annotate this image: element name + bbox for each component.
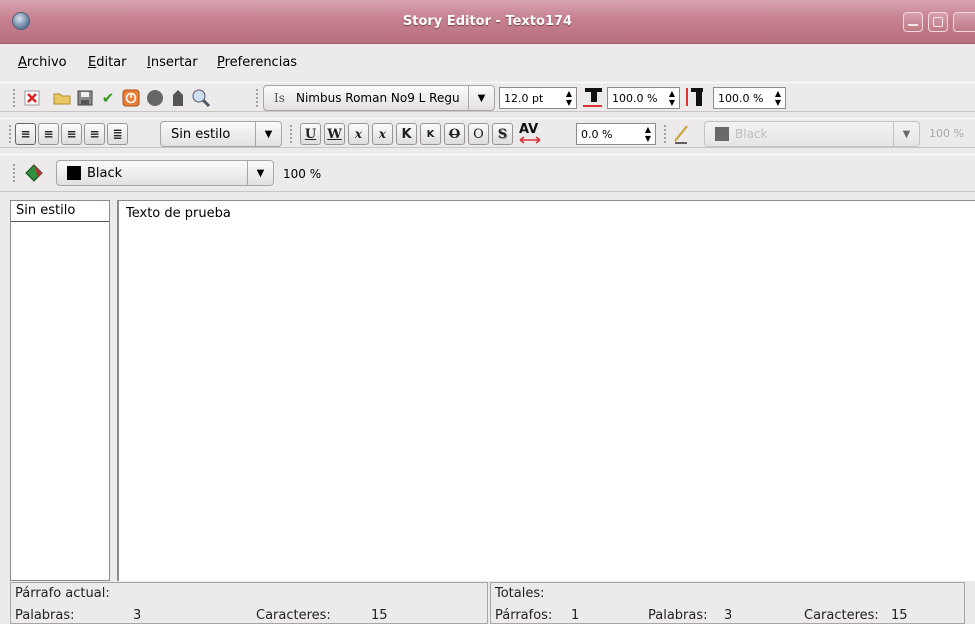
underline-words-button[interactable]: W: [324, 123, 345, 145]
chars-label: Caracteres:: [256, 608, 331, 623]
stroke-color-value: Black: [735, 127, 768, 141]
align-center-button[interactable]: ≡: [38, 123, 59, 145]
chevron-down-icon[interactable]: ▼: [247, 161, 273, 185]
paragraph-style-combo[interactable]: Sin estilo ▼: [160, 121, 282, 147]
align-right-button[interactable]: ≡: [61, 123, 82, 145]
chars-value: 15: [891, 608, 908, 623]
toolbar-grip[interactable]: [8, 124, 12, 144]
maximize-button[interactable]: [928, 12, 948, 32]
font-height-icon: [683, 87, 703, 107]
font-size-spinbox[interactable]: 12.0 pt ▲ ▼: [499, 87, 577, 109]
align-block-button[interactable]: ≡: [84, 123, 105, 145]
spinner-icon[interactable]: ▲ ▼: [772, 89, 784, 107]
words-label: Palabras:: [648, 608, 708, 623]
svg-text:AV: AV: [519, 122, 538, 137]
save-icon[interactable]: [75, 88, 95, 108]
menu-preferencias[interactable]: Preferencias: [217, 55, 297, 70]
menu-editar[interactable]: Editar: [88, 55, 127, 70]
paragraphs-value: 1: [571, 608, 580, 623]
current-paragraph-stats: Párrafo actual: Palabras: 3 Caracteres: …: [10, 582, 488, 624]
align-left-button[interactable]: ≡: [15, 123, 36, 145]
totals-stats: Totales: Párrafos: 1 Palabras: 3 Caracte…: [490, 582, 965, 624]
pen-icon: [672, 124, 692, 144]
current-paragraph-title: Párrafo actual:: [15, 586, 110, 601]
strikethrough-button[interactable]: O: [444, 123, 465, 145]
tracking-spinbox[interactable]: 0.0 % ▲ ▼: [576, 123, 656, 145]
toolbar-grip[interactable]: [663, 124, 667, 144]
spinner-icon[interactable]: ▲ ▼: [666, 89, 678, 107]
paragraphs-label: Párrafos:: [495, 608, 553, 623]
fill-color-value: Black: [87, 166, 123, 181]
spinner-icon[interactable]: ▲ ▼: [642, 125, 654, 143]
chars-label: Caracteres:: [804, 608, 879, 623]
words-value: 3: [133, 608, 142, 623]
window-title: Story Editor - Texto174: [402, 14, 573, 29]
toolbar-grip[interactable]: [289, 124, 293, 144]
fill-color-combo[interactable]: Black ▼: [56, 160, 274, 186]
scale-height-spinbox[interactable]: 100.0 % ▲ ▼: [713, 87, 786, 109]
words-value: 3: [724, 608, 733, 623]
toolbar-format: ≡ ≡ ≡ ≡ ≣ Sin estilo ▼ U W x x K K O O S…: [0, 118, 975, 148]
editor-text[interactable]: Texto de prueba: [126, 206, 231, 221]
toolbar-file: ✔ Ⅰs Nimbus Roman No9 L Regu ▼ 12.0 pt ▲…: [0, 82, 975, 112]
chevron-down-icon[interactable]: ▼: [893, 122, 919, 146]
words-label: Palabras:: [15, 608, 75, 623]
font-width-icon: [582, 87, 602, 107]
toolbar-grip[interactable]: [12, 163, 16, 183]
font-family-value: Nimbus Roman No9 L Regu: [296, 91, 460, 105]
menu-archivo[interactable]: Archivo: [18, 55, 67, 70]
tracking-value: 0.0 %: [581, 128, 613, 141]
text-editor[interactable]: Texto de prueba: [117, 200, 975, 581]
underline-button[interactable]: U: [300, 123, 321, 145]
color-swatch: [67, 166, 81, 180]
font-size-value: 12.0 pt: [504, 92, 544, 105]
minimize-button[interactable]: [903, 12, 923, 32]
search-icon[interactable]: [191, 88, 211, 108]
paint-bucket-icon[interactable]: [23, 163, 43, 183]
style-list-panel[interactable]: Sin estilo: [10, 200, 110, 581]
stroke-shade-value[interactable]: 100 %: [929, 127, 964, 140]
scale-width-value: 100.0 %: [612, 92, 658, 105]
all-caps-button[interactable]: K: [396, 123, 417, 145]
paragraph-style-value: Sin estilo: [171, 127, 231, 142]
toolbar-fill: Black ▼ 100 %: [0, 154, 975, 192]
align-forced-button[interactable]: ≣: [107, 123, 128, 145]
menu-insertar[interactable]: Insertar: [147, 55, 198, 70]
folder-icon[interactable]: [52, 88, 72, 108]
style-list-header[interactable]: Sin estilo: [11, 201, 109, 222]
close-button[interactable]: [953, 12, 975, 32]
toolbar-grip[interactable]: [12, 88, 16, 108]
totals-title: Totales:: [495, 586, 545, 601]
font-family-combo[interactable]: Ⅰs Nimbus Roman No9 L Regu ▼: [263, 85, 495, 111]
scale-height-value: 100.0 %: [718, 92, 764, 105]
close-doc-icon[interactable]: [22, 88, 42, 108]
menu-bar: Archivo Editar Insertar Preferencias: [0, 50, 975, 76]
check-icon[interactable]: ✔: [98, 88, 118, 108]
chars-value: 15: [371, 608, 388, 623]
font-type-icon: Ⅰs: [274, 91, 285, 105]
stamp-icon[interactable]: [168, 88, 188, 108]
chevron-down-icon[interactable]: ▼: [468, 86, 494, 110]
subscript-button[interactable]: x: [348, 123, 369, 145]
fill-shade-value[interactable]: 100 %: [283, 167, 321, 181]
color-swatch: [715, 127, 729, 141]
spinner-icon[interactable]: ▲ ▼: [563, 89, 575, 107]
scale-width-spinbox[interactable]: 100.0 % ▲ ▼: [607, 87, 680, 109]
toolbar-grip[interactable]: [255, 88, 259, 108]
stop-icon[interactable]: [121, 88, 141, 108]
superscript-button[interactable]: x: [372, 123, 393, 145]
chevron-down-icon[interactable]: ▼: [255, 122, 281, 146]
title-bar[interactable]: Story Editor - Texto174: [0, 0, 975, 44]
shadow-button[interactable]: S: [492, 123, 513, 145]
tracking-icon: AV: [518, 122, 544, 144]
circle-icon[interactable]: [145, 88, 165, 108]
small-caps-button[interactable]: K: [420, 123, 441, 145]
outline-button[interactable]: O: [468, 123, 489, 145]
stroke-color-combo[interactable]: Black ▼: [704, 121, 920, 147]
